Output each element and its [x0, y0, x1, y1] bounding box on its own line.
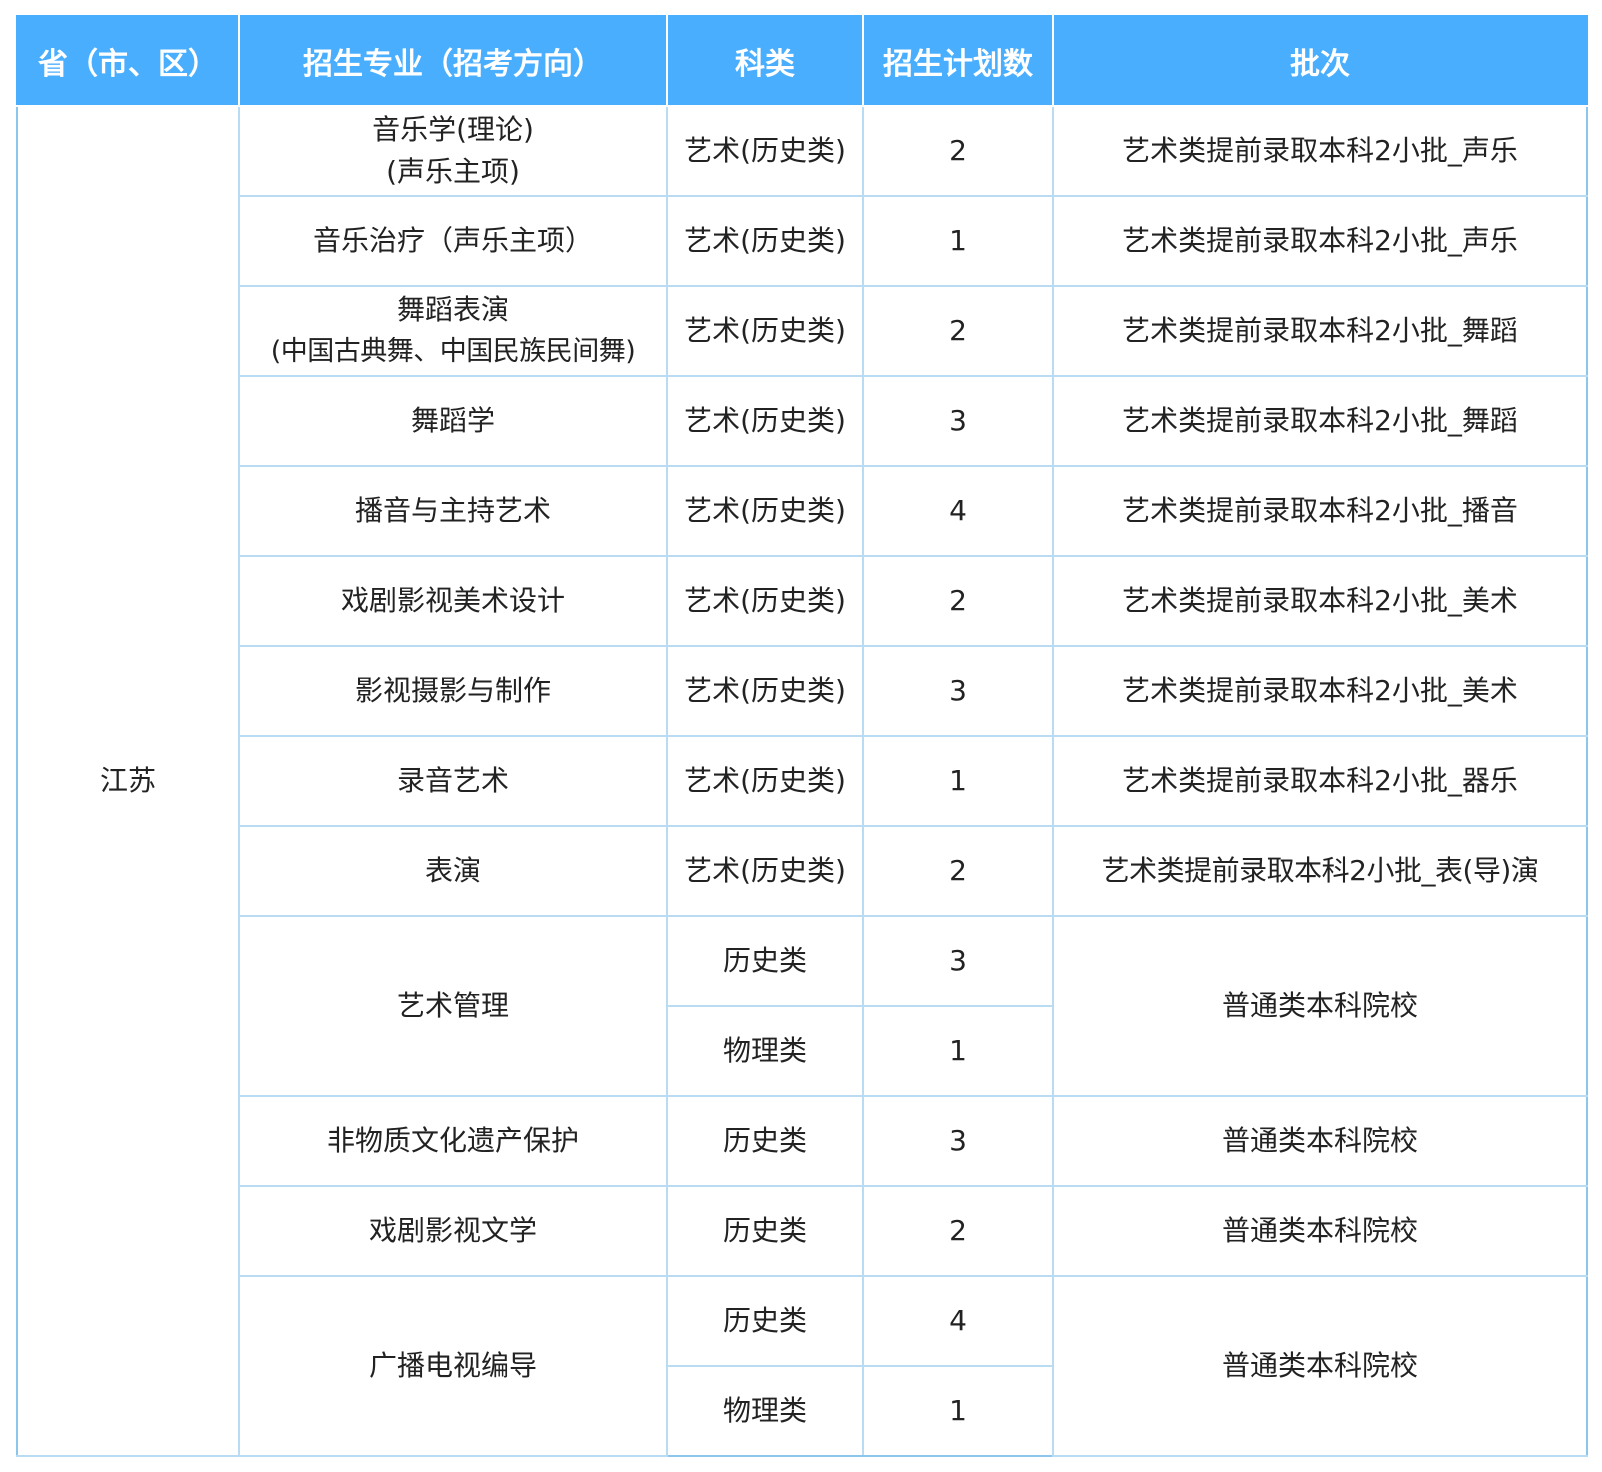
major-cell: 音乐治疗（声乐主项）	[238, 195, 668, 287]
major-line: (声乐主项)	[386, 155, 520, 188]
major-line: 舞蹈表演	[396, 293, 509, 326]
subject-cell: 历史类	[666, 1275, 864, 1367]
subject-cell: 艺术(历史类)	[666, 105, 864, 197]
table-row: 江苏 音乐学(理论) (声乐主项) 艺术(历史类) 2 艺术类提前录取本科2小批…	[16, 105, 1588, 1457]
subject-cell: 艺术(历史类)	[666, 285, 864, 377]
province-cell: 江苏	[16, 105, 240, 1457]
table-row: 录音艺术 艺术(历史类) 1 艺术类提前录取本科2小批_器乐	[17, 735, 1588, 827]
batch-cell: 普通类本科院校	[1052, 1275, 1588, 1457]
table-row: 影视摄影与制作 艺术(历史类) 3 艺术类提前录取本科2小批_美术	[17, 645, 1588, 737]
table-header-row: 省（市、区） 招生专业（招考方向） 科类 招生计划数 批次	[16, 15, 1588, 107]
plan-cell: 2	[862, 1185, 1054, 1277]
header-province: 省（市、区）	[16, 15, 240, 107]
subject-cell: 历史类	[666, 915, 864, 1007]
major-cell: 戏剧影视文学	[238, 1185, 668, 1277]
plan-cell: 3	[862, 1095, 1054, 1187]
batch-cell: 普通类本科院校	[1052, 1095, 1588, 1187]
batch-cell: 艺术类提前录取本科2小批_舞蹈	[1052, 375, 1588, 467]
plan-cell: 2	[862, 825, 1054, 917]
plan-cell: 2	[862, 285, 1054, 377]
subject-cell: 艺术(历史类)	[666, 465, 864, 557]
table-row: 播音与主持艺术 艺术(历史类) 4 艺术类提前录取本科2小批_播音	[17, 465, 1588, 557]
major-cell: 非物质文化遗产保护	[238, 1095, 668, 1187]
batch-cell: 艺术类提前录取本科2小批_器乐	[1052, 735, 1588, 827]
plan-cell: 3	[862, 375, 1054, 467]
batch-cell: 艺术类提前录取本科2小批_美术	[1052, 555, 1588, 647]
major-cell: 播音与主持艺术	[238, 465, 668, 557]
major-cell: 广播电视编导	[238, 1275, 668, 1457]
plan-cell: 1	[862, 735, 1054, 827]
header-major: 招生专业（招考方向）	[238, 15, 668, 107]
major-line: (中国古典舞、中国民族民间舞)	[270, 336, 636, 367]
plan-cell: 4	[862, 1275, 1054, 1367]
table-row: 音乐治疗（声乐主项） 艺术(历史类) 1 艺术类提前录取本科2小批_声乐	[17, 195, 1588, 287]
subject-cell: 物理类	[666, 1365, 864, 1457]
subject-cell: 艺术(历史类)	[666, 375, 864, 467]
enrollment-table-wrapper: 省（市、区） 招生专业（招考方向） 科类 招生计划数 批次 江苏 音乐学(理论)…	[16, 15, 1588, 1457]
table-row: 舞蹈学 艺术(历史类) 3 艺术类提前录取本科2小批_舞蹈	[17, 375, 1588, 467]
header-subject: 科类	[666, 15, 864, 107]
subject-cell: 艺术(历史类)	[666, 735, 864, 827]
subject-cell: 艺术(历史类)	[666, 645, 864, 737]
table-row: 戏剧影视美术设计 艺术(历史类) 2 艺术类提前录取本科2小批_美术	[17, 555, 1588, 647]
plan-cell: 1	[862, 1005, 1054, 1097]
subject-cell: 艺术(历史类)	[666, 555, 864, 647]
batch-cell: 艺术类提前录取本科2小批_舞蹈	[1052, 285, 1588, 377]
enrollment-plan-table: 省（市、区） 招生专业（招考方向） 科类 招生计划数 批次 江苏 音乐学(理论)…	[16, 15, 1588, 1457]
batch-cell: 艺术类提前录取本科2小批_表(导)演	[1052, 825, 1588, 917]
plan-cell: 3	[862, 645, 1054, 737]
table-row: 舞蹈表演 (中国古典舞、中国民族民间舞) 艺术(历史类) 2 艺术类提前录取本科…	[17, 285, 1588, 377]
subject-cell: 物理类	[666, 1005, 864, 1097]
plan-cell: 2	[862, 555, 1054, 647]
major-cell: 戏剧影视美术设计	[238, 555, 668, 647]
major-cell: 舞蹈学	[238, 375, 668, 467]
table-row: 非物质文化遗产保护 历史类 3 普通类本科院校	[17, 1095, 1588, 1187]
batch-cell: 普通类本科院校	[1052, 1185, 1588, 1277]
table-row: 表演 艺术(历史类) 2 艺术类提前录取本科2小批_表(导)演	[17, 825, 1588, 917]
header-batch: 批次	[1052, 15, 1588, 107]
major-cell: 音乐学(理论) (声乐主项)	[238, 105, 668, 197]
header-plan: 招生计划数	[862, 15, 1054, 107]
subject-cell: 艺术(历史类)	[666, 195, 864, 287]
plan-cell: 4	[862, 465, 1054, 557]
table-row: 广播电视编导 历史类 4 普通类本科院校	[17, 1275, 1588, 1457]
major-cell: 舞蹈表演 (中国古典舞、中国民族民间舞)	[238, 285, 668, 377]
major-cell: 录音艺术	[238, 735, 668, 827]
plan-cell: 1	[862, 195, 1054, 287]
subject-cell: 历史类	[666, 1095, 864, 1187]
major-cell: 影视摄影与制作	[238, 645, 668, 737]
table-row: 艺术管理 历史类 3 普通类本科院校	[17, 915, 1588, 1097]
major-cell: 表演	[238, 825, 668, 917]
batch-cell: 艺术类提前录取本科2小批_播音	[1052, 465, 1588, 557]
batch-cell: 普通类本科院校	[1052, 915, 1588, 1097]
subject-cell: 历史类	[666, 1185, 864, 1277]
batch-cell: 艺术类提前录取本科2小批_声乐	[1052, 105, 1588, 197]
batch-cell: 艺术类提前录取本科2小批_美术	[1052, 645, 1588, 737]
subject-cell: 艺术(历史类)	[666, 825, 864, 917]
major-cell: 艺术管理	[238, 915, 668, 1097]
plan-cell: 3	[862, 915, 1054, 1007]
plan-cell: 1	[862, 1365, 1054, 1457]
major-line: 音乐学(理论)	[372, 113, 534, 146]
plan-cell: 2	[862, 105, 1054, 197]
table-row: 戏剧影视文学 历史类 2 普通类本科院校	[17, 1185, 1588, 1277]
batch-cell: 艺术类提前录取本科2小批_声乐	[1052, 195, 1588, 287]
